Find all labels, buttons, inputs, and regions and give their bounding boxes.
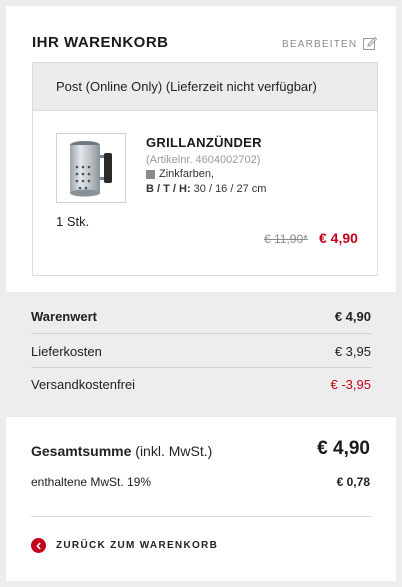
goods-value: € 4,90 [334,308,371,324]
summary-row-free-shipping: Versandkostenfrei € -3,95 [31,374,371,394]
back-to-cart-label: ZURÜCK ZUM WARENKORB [56,540,219,551]
totals-card: Gesamtsumme (inkl. MwSt.) € 4,90 enthalt… [6,417,396,581]
free-shipping-label: Versandkostenfrei [31,376,136,392]
free-shipping-value: € -3,95 [330,376,371,392]
sale-price: € 4,90 [319,230,358,246]
product-dimensions: B / T / H: 30 / 16 / 27 cm [146,183,266,195]
delivery-label: Lieferkosten [31,343,102,359]
color-swatch [146,169,155,179]
divider [31,516,371,517]
summary-row-delivery: Lieferkosten € 3,95 [31,341,371,361]
chevron-left-circle-icon [31,538,46,553]
shipment-box: Post (Online Only) (Lieferzeit nicht ver… [32,62,378,276]
back-to-cart-link[interactable]: ZURÜCK ZUM WARENKORB [31,538,218,553]
edit-cart-link[interactable]: BEARBEITEN [282,36,378,52]
product-name[interactable]: GRILLANZÜNDER [146,135,262,150]
chevron-left-icon [35,541,41,550]
dimensions-label: B / T / H: [146,183,191,195]
total-value: € 4,90 [317,438,370,459]
divider [31,333,371,334]
color-label: Zinkfarben, [159,168,215,180]
divider [31,367,371,368]
old-price: € 11,90* [264,232,308,246]
chimney-starter-image [70,141,112,197]
article-number: (Artikelnr. 4604002702) [146,154,261,166]
total-label-strong: Gesamtsumme [31,443,132,459]
product-thumbnail[interactable] [56,133,126,203]
pencil-square-icon [363,36,378,50]
vat-value: € 0,78 [336,475,370,489]
delivery-value: € 3,95 [334,343,371,359]
shipment-method: Post (Online Only) (Lieferzeit nicht ver… [33,63,377,111]
cart-summary-panel: IHR WARENKORB BEARBEITEN Post (Online On… [0,0,402,587]
quantity: 1 Stk. [56,214,90,229]
summary-row-goods: Warenwert € 4,90 [31,306,371,326]
vat-label: enthaltene MwSt. 19% [31,475,152,489]
edit-label: BEARBEITEN [282,38,358,50]
product-color: Zinkfarben, [146,168,214,180]
dimensions-value: 30 / 16 / 27 cm [190,183,267,195]
goods-label: Warenwert [31,308,97,324]
cart-card: IHR WARENKORB BEARBEITEN Post (Online On… [6,6,396,292]
total-label-suffix: (inkl. MwSt.) [131,443,213,459]
cart-title: IHR WARENKORB [32,34,169,51]
total-label: Gesamtsumme (inkl. MwSt.) [31,443,212,459]
